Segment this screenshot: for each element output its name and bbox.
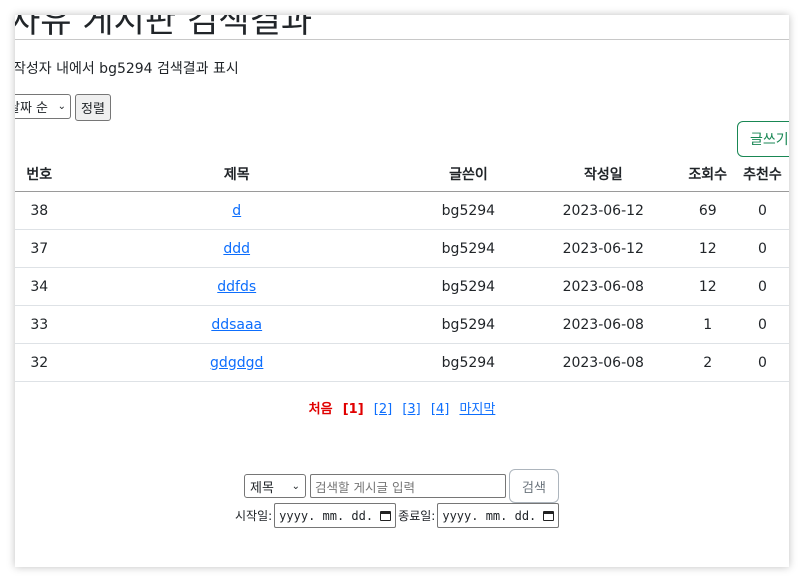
row-date: 2023-06-08 [526, 305, 680, 344]
row-likes: 0 [735, 267, 789, 306]
row-no: 32 [15, 343, 64, 382]
table-row: 33 ddsaaa bg5294 2023-06-08 1 0 [15, 305, 789, 344]
calendar-icon[interactable] [380, 510, 392, 521]
chevron-down-icon: ⌄ [57, 101, 66, 112]
row-views: 12 [679, 229, 736, 268]
row-likes: 0 [735, 305, 789, 344]
row-title-link[interactable]: ddd [223, 241, 250, 257]
row-views: 69 [679, 191, 736, 230]
table-row: 32 gdgdgd bg5294 2023-06-08 2 0 [15, 343, 789, 382]
row-date: 2023-06-08 [526, 343, 680, 382]
row-author: bg5294 [409, 191, 527, 230]
row-views: 12 [679, 267, 736, 306]
page-title: 자유 게시판 검색결과 [15, 15, 313, 41]
row-title-link[interactable]: d [232, 203, 241, 219]
table-row: 34 ddfds bg5294 2023-06-08 12 0 [15, 267, 789, 306]
header-no: 번호 [15, 157, 64, 192]
row-likes: 0 [735, 229, 789, 268]
end-date-label: 종료일: [398, 509, 436, 523]
start-date-label: 시작일: [235, 509, 273, 523]
calendar-icon[interactable] [543, 510, 555, 521]
page-current[interactable]: [1] [343, 402, 364, 417]
sort-select-value: 날짜 순 [15, 101, 49, 116]
row-date: 2023-06-08 [526, 267, 680, 306]
title-divider [15, 39, 789, 40]
row-likes: 0 [735, 343, 789, 382]
row-author: bg5294 [409, 267, 527, 306]
table-header-row: 번호 제목 글쓴이 작성일 조회수 추천수 [15, 157, 789, 192]
board-card: 자유 게시판 검색결과 작성자 내에서 bg5294 검색결과 표시 날짜 순 … [15, 15, 789, 567]
table-row: 37 ddd bg5294 2023-06-12 12 0 [15, 229, 789, 268]
page-first[interactable]: 처음 [309, 402, 333, 417]
row-no: 37 [15, 229, 64, 268]
row-date: 2023-06-12 [526, 191, 680, 230]
search-button[interactable]: 검색 [509, 469, 559, 503]
page-last[interactable]: 마지막 [459, 402, 495, 417]
date-range: 시작일: yyyy. mm. dd. 종료일: yyyy. mm. dd. [235, 503, 561, 528]
page-link[interactable]: [4] [431, 402, 449, 417]
row-likes: 0 [735, 191, 789, 230]
page-link[interactable]: [2] [374, 402, 392, 417]
post-table: 번호 제목 글쓴이 작성일 조회수 추천수 38 d bg5294 2023-0… [15, 157, 789, 382]
header-title: 제목 [63, 157, 410, 192]
search-summary: 작성자 내에서 bg5294 검색결과 표시 [15, 61, 239, 77]
search-field-value: 제목 [250, 480, 274, 496]
start-date-input[interactable]: yyyy. mm. dd. [274, 503, 397, 528]
sort-select[interactable]: 날짜 순 ⌄ [15, 94, 71, 119]
search-form: 제목 ⌄ 검색할 게시글 입력 검색 [244, 469, 559, 503]
sort-button[interactable]: 정렬 [75, 94, 111, 121]
header-author: 글쓴이 [409, 157, 527, 192]
row-title-link[interactable]: ddfds [217, 279, 256, 295]
header-date: 작성일 [526, 157, 680, 192]
page-link[interactable]: [3] [402, 402, 420, 417]
pagination: 처음 [1] [2] [3] [4] 마지막 [15, 398, 789, 417]
row-author: bg5294 [409, 305, 527, 344]
start-date-placeholder: yyyy. mm. dd. [279, 508, 374, 523]
end-date-input[interactable]: yyyy. mm. dd. [437, 503, 560, 528]
search-input[interactable]: 검색할 게시글 입력 [310, 474, 506, 498]
row-title-link[interactable]: gdgdgd [210, 355, 263, 371]
row-title-link[interactable]: ddsaaa [211, 317, 262, 333]
row-author: bg5294 [409, 229, 527, 268]
end-date-placeholder: yyyy. mm. dd. [442, 508, 537, 523]
header-views: 조회수 [679, 157, 736, 192]
search-field-select[interactable]: 제목 ⌄ [244, 474, 306, 498]
row-date: 2023-06-12 [526, 229, 680, 268]
row-author: bg5294 [409, 343, 527, 382]
row-views: 2 [679, 343, 736, 382]
write-button[interactable]: 글쓰기 [737, 121, 789, 157]
table-row: 38 d bg5294 2023-06-12 69 0 [15, 191, 789, 230]
row-views: 1 [679, 305, 736, 344]
header-likes: 추천수 [735, 157, 789, 192]
row-no: 38 [15, 191, 64, 230]
row-no: 34 [15, 267, 64, 306]
chevron-down-icon: ⌄ [291, 480, 300, 492]
row-no: 33 [15, 305, 64, 344]
